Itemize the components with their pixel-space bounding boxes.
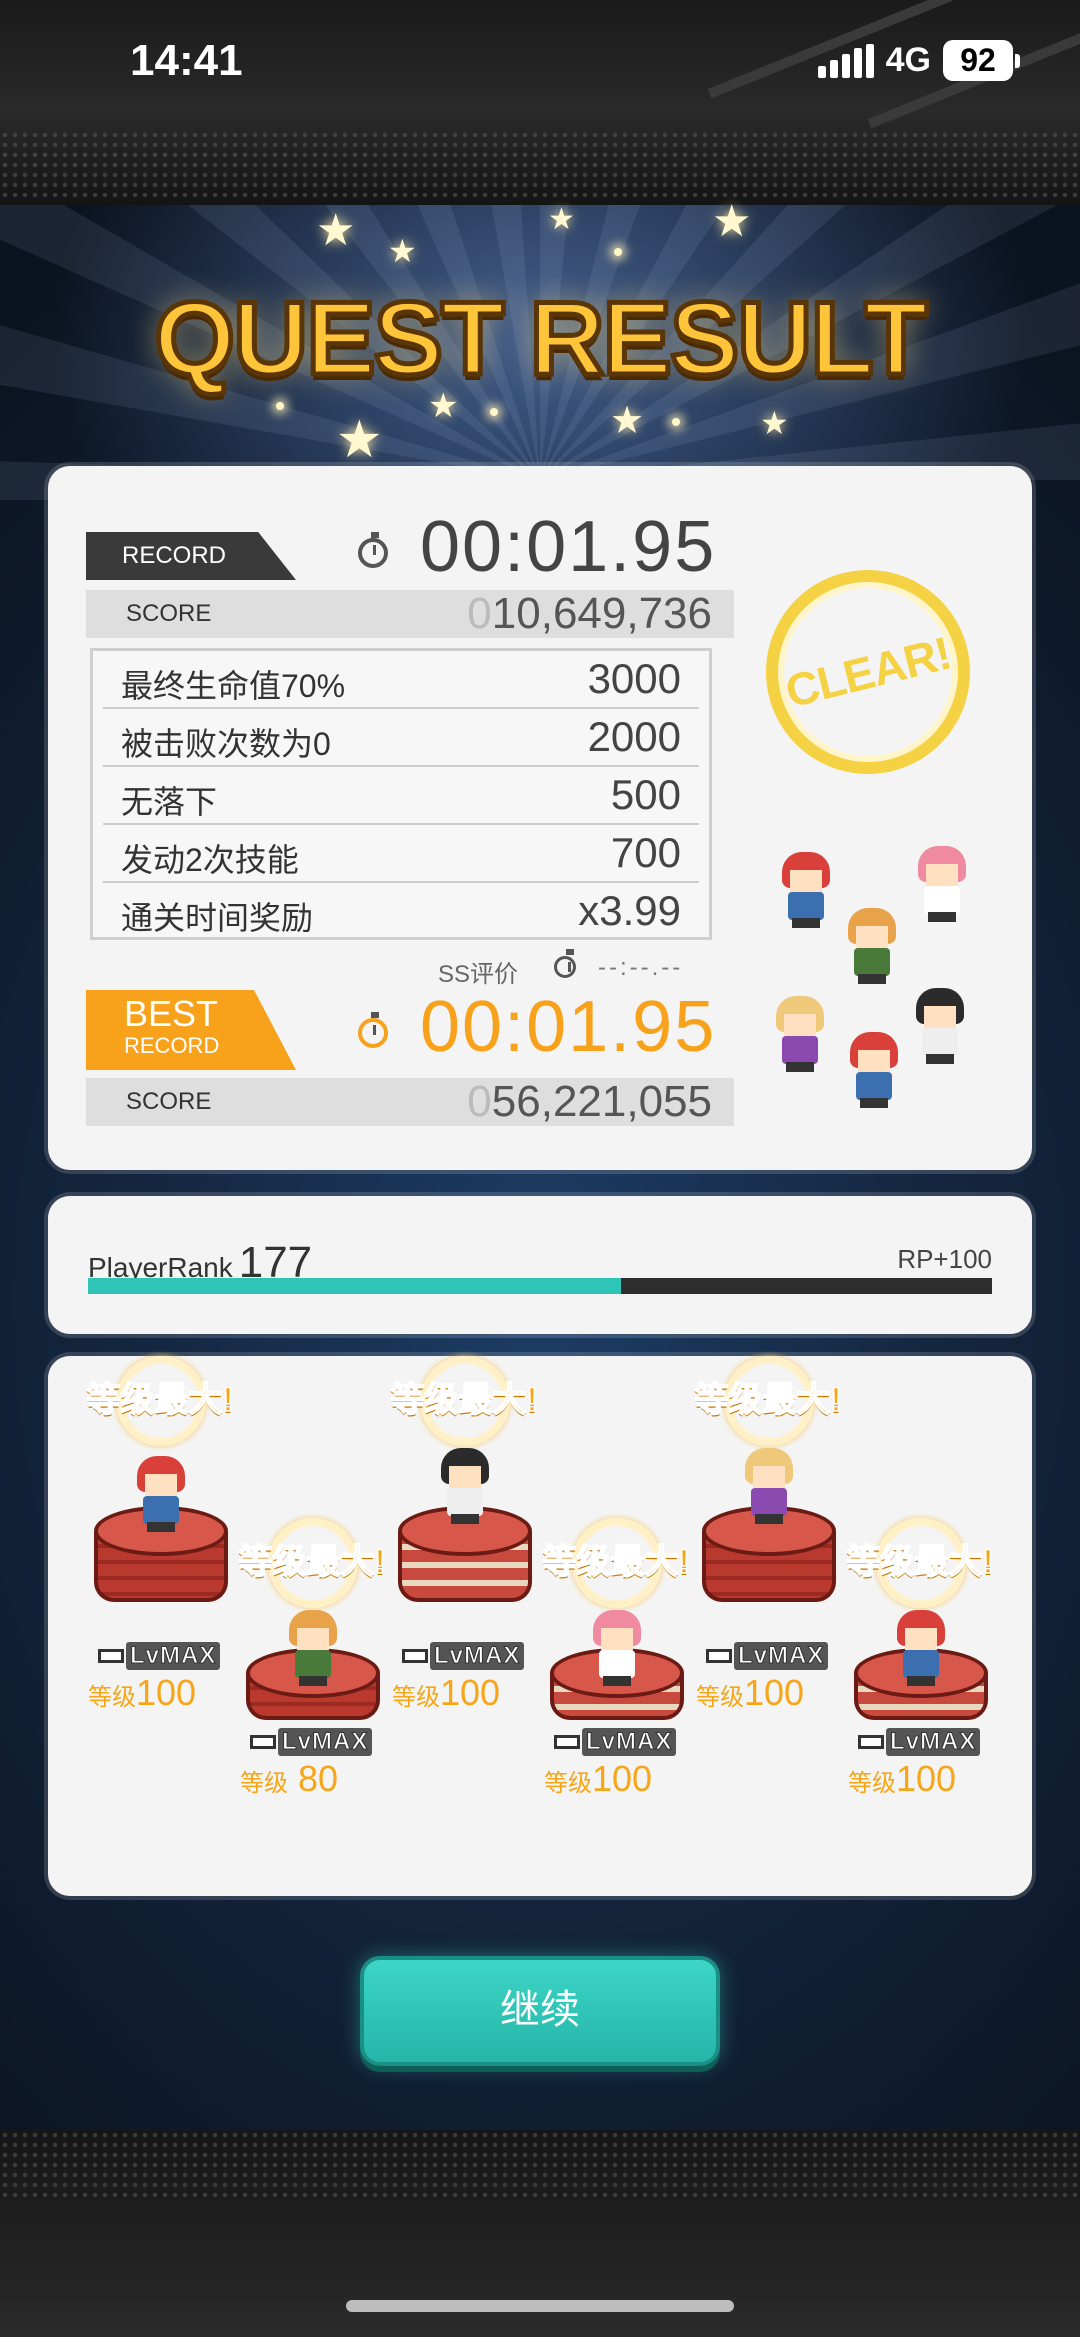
- level-max-text: 等级最大!: [846, 1542, 995, 1582]
- star-icon: ★: [336, 411, 383, 469]
- party-character: [912, 846, 972, 924]
- bonus-name: 发动2次技能: [121, 842, 299, 878]
- stopwatch-icon: [358, 1012, 388, 1048]
- record-panel: RECORD 00:01.95 SCORE 010,649,736 最终生命值7…: [48, 466, 1032, 1170]
- bonus-list: 最终生命值70% 3000 被击败次数为0 2000 无落下 500 发动2次技…: [90, 648, 712, 940]
- bonus-points: 3000: [587, 655, 681, 702]
- lvmax-badge: LvMAX: [554, 1728, 677, 1756]
- bonus-row: 被击败次数为0 2000: [103, 709, 699, 767]
- bonus-row: 发动2次技能 700: [103, 825, 699, 883]
- best-record-label: BEST RECORD: [86, 990, 296, 1070]
- level-max-text: 等级最大!: [694, 1380, 843, 1420]
- unit-character: [131, 1456, 191, 1534]
- party-character: [844, 1032, 904, 1110]
- record-score-bar: SCORE 010,649,736: [86, 589, 734, 638]
- bonus-row: 最终生命值70% 3000: [103, 651, 699, 709]
- star-icon: ★: [548, 203, 575, 236]
- star-icon: ★: [388, 233, 417, 269]
- signal-icon: [817, 43, 874, 78]
- top-bar: 14:41 4G 92: [0, 0, 1080, 205]
- star-icon: ★: [760, 405, 789, 441]
- bonus-name: 无落下: [121, 784, 218, 820]
- bonus-name: 最终生命值70%: [121, 668, 346, 704]
- unit-level: 等级100: [392, 1672, 501, 1713]
- home-indicator[interactable]: [346, 2300, 734, 2312]
- bonus-points: x3.99: [578, 887, 681, 934]
- sparkle: [672, 418, 680, 426]
- stopwatch-icon: [554, 949, 576, 978]
- top-dot-pattern: [0, 130, 1080, 202]
- unit-character: [283, 1610, 343, 1688]
- status-icons: 4G 92: [817, 40, 1020, 81]
- status-time: 14:41: [130, 36, 243, 85]
- bonus-name: 通关时间奖励: [121, 900, 314, 936]
- best-score-bar: SCORE 056,221,055: [86, 1077, 734, 1126]
- level-max-text: 等级最大!: [86, 1380, 235, 1420]
- unit-level: 等级100: [88, 1672, 197, 1713]
- battery-level: 92: [943, 40, 1013, 81]
- continue-button[interactable]: 继续: [360, 1956, 720, 2066]
- lvmax-badge: LvMAX: [98, 1642, 221, 1670]
- ss-rating-time: --:--.--: [598, 954, 684, 981]
- quest-result-title: QUEST RESULT: [152, 279, 930, 400]
- party-character: [842, 908, 902, 986]
- party-character: [776, 852, 836, 930]
- star-icon: ★: [712, 197, 752, 246]
- bonus-row: 通关时间奖励 x3.99: [103, 883, 699, 939]
- clear-stamp: CLEAR!: [744, 548, 992, 796]
- party-character: [910, 988, 970, 1066]
- team-level-panel: 等级最大! LvMAX 等级100 等级最大! LvMAX 等级 80 等级最大…: [48, 1356, 1032, 1896]
- sparkle: [276, 402, 284, 410]
- lvmax-badge: LvMAX: [250, 1728, 373, 1756]
- unit-level: 等级100: [696, 1672, 805, 1713]
- bonus-points: 500: [610, 771, 681, 818]
- record-time: 00:01.95: [420, 507, 717, 587]
- star-icon: ★: [610, 400, 645, 442]
- score-label: SCORE: [126, 1088, 212, 1115]
- unit-level: 等级100: [848, 1758, 957, 1799]
- rank-progress-fill: [88, 1278, 622, 1294]
- unit-character: [891, 1610, 951, 1688]
- level-max-text: 等级最大!: [390, 1380, 539, 1420]
- bonus-row: 无落下 500: [103, 767, 699, 825]
- rank-points-gain: RP+100: [897, 1244, 992, 1274]
- unit-character: [435, 1448, 495, 1526]
- lvmax-badge: LvMAX: [858, 1728, 981, 1756]
- best-time: 00:01.95: [420, 987, 717, 1067]
- score-label: SCORE: [126, 600, 212, 627]
- player-rank-panel: PlayerRank 177 RP+100: [48, 1196, 1032, 1334]
- lvmax-badge: LvMAX: [402, 1642, 525, 1670]
- unit-character: [739, 1448, 799, 1526]
- record-score: 010,649,736: [467, 589, 712, 638]
- unit-level: 等级100: [544, 1758, 653, 1799]
- level-max-text: 等级最大!: [238, 1542, 387, 1582]
- unit-character: [587, 1610, 647, 1688]
- record-label: RECORD: [86, 532, 296, 580]
- party-character: [770, 996, 830, 1074]
- bonus-name: 被击败次数为0: [121, 726, 331, 762]
- stopwatch-icon: [358, 532, 388, 568]
- ss-rating-label: SS评价: [438, 961, 519, 988]
- game-screen: 14:41 4G 92 ★ ★ ★ ★ ★ ★ ★ ★ QUEST RESULT…: [0, 0, 1080, 2337]
- network-type: 4G: [885, 41, 931, 79]
- lvmax-badge: LvMAX: [706, 1642, 829, 1670]
- rank-progress-bar: [88, 1278, 992, 1294]
- best-score: 056,221,055: [467, 1077, 712, 1126]
- bonus-points: 2000: [587, 713, 681, 760]
- level-max-text: 等级最大!: [542, 1542, 691, 1582]
- sparkle: [490, 408, 498, 416]
- bonus-points: 700: [610, 829, 681, 876]
- star-icon: ★: [316, 206, 356, 255]
- sparkle: [614, 248, 622, 256]
- battery-icon: 92: [943, 40, 1020, 81]
- unit-level: 等级 80: [240, 1758, 339, 1799]
